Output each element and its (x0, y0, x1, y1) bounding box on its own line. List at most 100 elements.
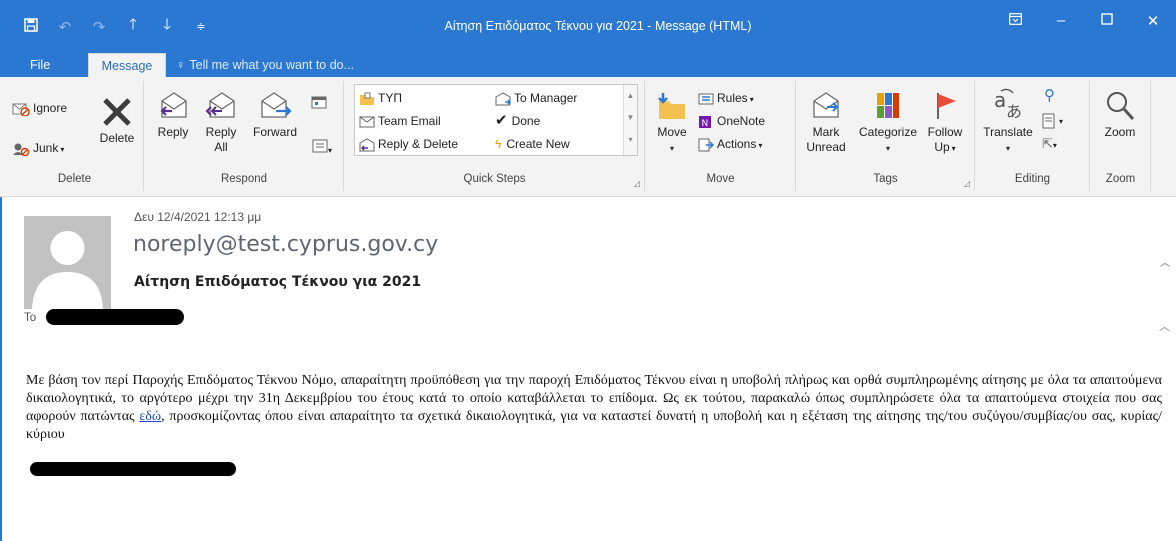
quickstep-reply-delete[interactable]: Reply & Delete (359, 135, 458, 153)
create-new-label: Create New (506, 137, 570, 151)
delete-button[interactable]: Delete (94, 95, 140, 146)
move-button[interactable]: Move ▾ (652, 89, 692, 156)
categorize-button[interactable]: Categorize ▾ (855, 89, 921, 156)
actions-icon (698, 138, 714, 152)
to-manager-label: To Manager (514, 91, 578, 105)
quickstep-typ[interactable]: ΤΥΠ (359, 89, 402, 107)
message-date: Δευ 12/4/2021 12:13 μμ (134, 210, 262, 224)
group-label-move: Move (706, 173, 735, 185)
sender-address[interactable]: noreply@test.cyprus.gov.cy (133, 232, 438, 257)
reply-all-label-line1: Reply (205, 125, 237, 139)
group-zoom: Zoom Zoom (1091, 81, 1151, 191)
body-text-part2: , προσκομίζοντας όπου είναι απαραίτητο τ… (26, 409, 1163, 442)
quick-steps-scrollbar[interactable]: ▲ ▼ ▾ (623, 85, 637, 155)
done-label: Done (511, 114, 541, 128)
meeting-reply-button[interactable] (307, 95, 331, 113)
redacted-recipient (46, 309, 184, 325)
rules-label: Rules (717, 91, 748, 105)
team-email-icon (359, 116, 375, 128)
ignore-label: Ignore (33, 101, 68, 115)
group-tags: Mark Unread Categorize ▾ Follow Up ▾ Tags … (797, 81, 975, 191)
maximize-icon[interactable] (1084, 12, 1130, 30)
rules-button[interactable]: Rules ▾ (698, 89, 754, 107)
scroll-up-icon[interactable]: ▲ (624, 85, 637, 107)
scroll-down-icon[interactable]: ▼ (624, 107, 637, 129)
find-button[interactable]: ⚲ (1044, 87, 1055, 105)
magnifier-icon (1107, 92, 1135, 121)
group-delete: Ignore Junk ▾ Delete Delete (6, 81, 144, 191)
message-subject: Αίτηση Επιδόματος Τέκνου για 2021 (134, 274, 422, 290)
group-editing: aあ Translate ▾ ⚲ ▾ ⇱▾ Editing (976, 81, 1090, 191)
tab-message[interactable]: Message (88, 53, 166, 77)
onenote-label: OneNote (717, 114, 766, 128)
close-icon[interactable]: ✕ (1130, 12, 1176, 30)
delete-label: Delete (99, 131, 135, 145)
reply-button[interactable]: Reply (151, 89, 195, 140)
group-label-respond: Respond (220, 173, 268, 185)
zoom-label: Zoom (1104, 125, 1136, 139)
group-label-editing: Editing (1014, 173, 1051, 185)
avatar (24, 216, 111, 309)
select-button[interactable]: ⇱▾ (1042, 135, 1057, 153)
collapse-ribbon-icon[interactable]: ︿ (1160, 254, 1170, 269)
related-button[interactable]: ▾ (1042, 111, 1063, 129)
forward-button[interactable]: Forward (249, 89, 301, 140)
categorize-label: Categorize (858, 125, 918, 139)
mark-label-line1: Mark (812, 125, 840, 139)
categorize-icon (877, 93, 899, 118)
expand-gallery-icon[interactable]: ▾ (624, 129, 637, 151)
group-label-delete: Delete (57, 173, 92, 185)
window-controls: – ✕ (992, 12, 1176, 30)
reply-all-button[interactable]: Reply All (197, 89, 245, 155)
here-link[interactable]: εδώ (139, 409, 161, 424)
chevron-down-icon: ▾ (327, 146, 332, 155)
actions-button[interactable]: Actions ▾ (698, 135, 762, 153)
person-silhouette-icon (32, 231, 103, 309)
redacted-name (30, 462, 236, 476)
dialog-launcher-icon[interactable]: ◿ (634, 179, 640, 188)
reply-all-label-line2: All (214, 140, 228, 154)
junk-label: Junk (33, 141, 59, 155)
related-icon (1042, 113, 1055, 129)
reply-delete-icon (359, 138, 375, 152)
ignore-icon (12, 103, 30, 117)
onenote-button[interactable]: N OneNote (698, 112, 765, 130)
tell-me-search[interactable]: ♀ Tell me what you want to do... (176, 53, 354, 77)
follow-label-line1: Follow (927, 125, 963, 139)
forward-label: Forward (252, 125, 297, 139)
more-respond-button[interactable]: ▾ (305, 139, 339, 158)
lightning-icon: ϟ (495, 137, 502, 151)
quickstep-create-new[interactable]: ϟ Create New (495, 135, 570, 153)
dialog-launcher-icon[interactable]: ◿ (964, 179, 970, 188)
team-email-label: Team Email (378, 114, 441, 128)
quickstep-done[interactable]: ✔ Done (495, 112, 540, 130)
junk-button[interactable]: Junk ▾ (12, 139, 64, 157)
to-manager-icon (495, 92, 511, 106)
ignore-button[interactable]: Ignore (12, 99, 67, 117)
flag-icon (937, 93, 956, 119)
message-body: Με βάση τον περί Παροχής Επιδόματος Τέκν… (26, 372, 1162, 444)
zoom-button[interactable]: Zoom (1095, 89, 1145, 140)
mark-unread-button[interactable]: Mark Unread (803, 89, 849, 155)
rules-icon (698, 93, 714, 105)
ribbon-display-options-icon[interactable] (992, 12, 1038, 30)
tab-file[interactable]: File (30, 53, 50, 77)
chevron-down-icon: ▾ (60, 145, 65, 154)
follow-up-button[interactable]: Follow Up ▾ (923, 89, 967, 156)
minimize-icon[interactable]: – (1038, 12, 1084, 30)
reply-delete-label: Reply & Delete (378, 137, 459, 151)
translate-button[interactable]: aあ Translate ▾ (980, 87, 1036, 156)
follow-label-line2: Up (934, 140, 950, 154)
checkmark-icon: ✔ (495, 112, 508, 129)
lightbulb-icon: ♀ (176, 58, 186, 72)
reply-icon (160, 92, 187, 118)
quickstep-team-email[interactable]: Team Email (359, 112, 441, 130)
collapse-header-icon[interactable]: ︿ (1159, 318, 1170, 334)
quickstep-to-manager[interactable]: To Manager (495, 89, 577, 107)
onenote-icon: N (699, 115, 711, 129)
chevron-down-icon: ▾ (1052, 141, 1057, 150)
svg-text:N: N (702, 119, 709, 129)
title-bar: ↶ ↷ 🡑 🡓 ≑ Αίτηση Επιδόματος Τέκνου για 2… (0, 0, 1176, 53)
junk-icon (13, 143, 30, 157)
group-label-zoom: Zoom (1105, 173, 1136, 185)
